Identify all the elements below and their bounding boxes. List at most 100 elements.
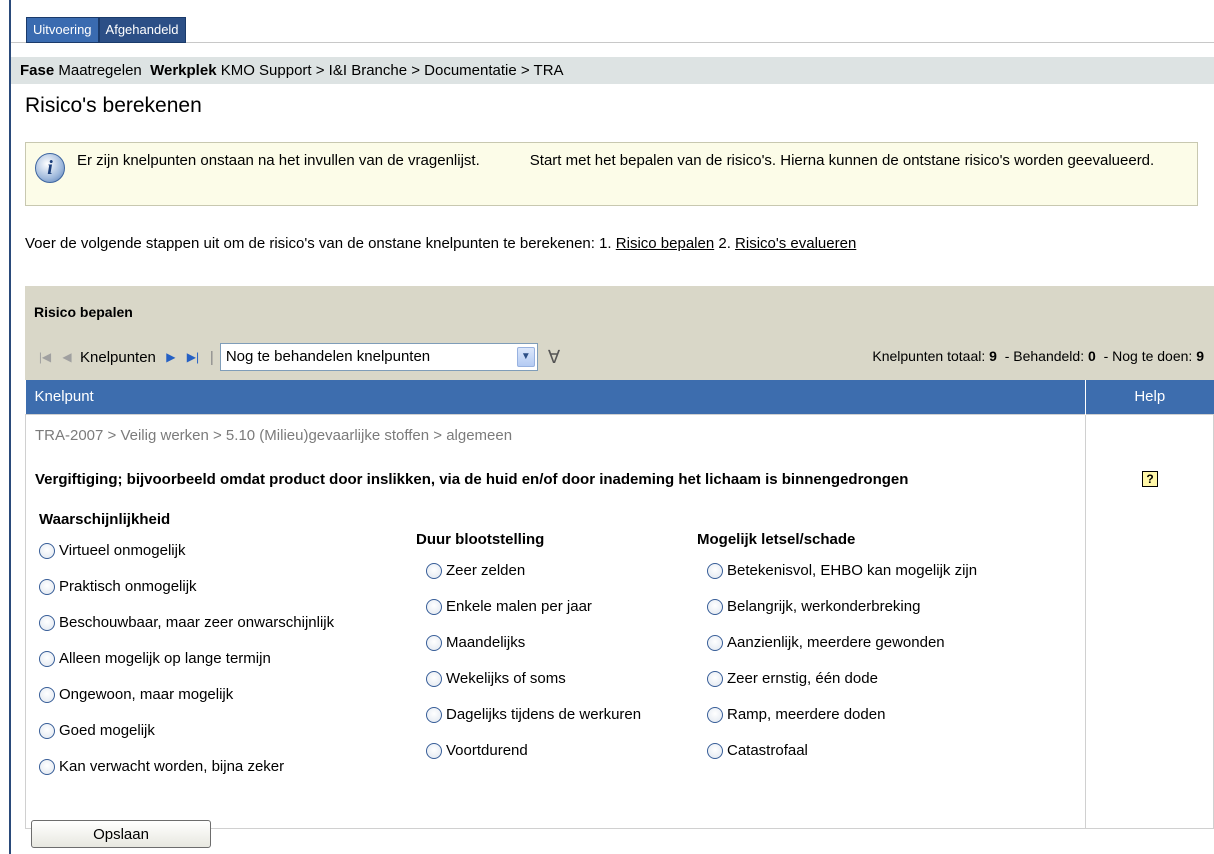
letsel-option[interactable]: Belangrijk, werkonderbreking: [707, 589, 977, 625]
radio-button[interactable]: [39, 722, 55, 739]
todo-label: - Nog te doen:: [1103, 348, 1193, 364]
totaal-label: Knelpunten totaal:: [872, 348, 986, 364]
tab-uitvoering[interactable]: Uitvoering: [26, 17, 99, 43]
waarschijnlijkheid-option[interactable]: Goed mogelijk: [39, 713, 334, 749]
steps-instruction: Voer de volgende stappen uit om de risic…: [25, 235, 856, 252]
radio-label: Belangrijk, werkonderbreking: [727, 598, 921, 615]
knelpunt-path: TRA-2007 > Veilig werken > 5.10 (Milieu)…: [35, 426, 513, 444]
radio-button[interactable]: [426, 562, 442, 579]
tab-afgehandeld[interactable]: Afgehandeld: [98, 17, 186, 43]
pager: |◀ ◀ Knelpunten ▶ ▶| | Nog te behandelen…: [34, 342, 560, 372]
radio-label: Enkele malen per jaar: [446, 598, 592, 615]
totaal-value: 9: [989, 348, 997, 364]
radio-label: Maandelijks: [446, 634, 526, 651]
radio-button[interactable]: [39, 758, 55, 775]
radio-button[interactable]: [707, 706, 723, 723]
radio-label: Beschouwbaar, maar zeer onwarschijnlijk: [59, 614, 335, 631]
duur-option[interactable]: Wekelijks of soms: [426, 661, 641, 697]
radio-button[interactable]: [707, 742, 723, 759]
tab-strip: Uitvoering Afgehandeld: [26, 17, 186, 43]
letsel-option[interactable]: Zeer ernstig, één dode: [707, 661, 977, 697]
radio-button[interactable]: [707, 670, 723, 687]
letsel-option[interactable]: Aanzienlijk, meerdere gewonden: [707, 625, 977, 661]
info-message-text: Er zijn knelpunten onstaan na het invull…: [77, 152, 1155, 169]
waarschijnlijkheid-title: Waarschijnlijkheid: [39, 510, 171, 528]
radio-label: Zeer ernstig, één dode: [727, 670, 878, 687]
werkplek-label: Werkplek: [150, 62, 217, 79]
column-header-knelpunt: Knelpunt: [25, 380, 1086, 414]
waarschijnlijkheid-option[interactable]: Praktisch onmogelijk: [39, 569, 334, 605]
risico-bepalen-panel: Risico bepalen |◀ ◀ Knelpunten ▶ ▶| | No…: [25, 286, 1214, 380]
radio-label: Voortdurend: [446, 742, 528, 759]
radio-button[interactable]: [707, 634, 723, 651]
werkplek-value: KMO Support > I&I Branche > Documentatie…: [220, 62, 564, 79]
waarschijnlijkheid-option[interactable]: Alleen mogelijk op lange termijn: [39, 641, 334, 677]
radio-label: Ramp, meerdere doden: [727, 706, 886, 723]
knelpunt-table: Knelpunt Help TRA-2007 > Veilig werken >…: [25, 380, 1214, 829]
fase-label: Fase: [20, 62, 55, 79]
step-risico-bepalen-link[interactable]: Risico bepalen: [616, 235, 714, 252]
radio-button[interactable]: [707, 562, 723, 579]
duur-group: Duur blootstelling Zeer zelden Enkele mal…: [416, 531, 641, 769]
radio-button[interactable]: [707, 598, 723, 615]
radio-label: Aanzienlijk, meerdere gewonden: [727, 634, 945, 651]
pager-separator: |: [209, 348, 214, 366]
waarschijnlijkheid-option[interactable]: Virtueel onmogelijk: [39, 533, 334, 569]
radio-button[interactable]: [39, 542, 55, 559]
breadcrumb: Fase Maatregelen Werkplek KMO Support > …: [11, 57, 1214, 84]
left-frame-border: [9, 0, 11, 854]
prev-page-icon[interactable]: ◀: [56, 344, 78, 370]
behandeld-value: 0: [1088, 348, 1096, 364]
panel-title: Risico bepalen: [34, 304, 133, 320]
radio-button[interactable]: [39, 650, 55, 667]
duur-title: Duur blootstelling: [416, 530, 545, 548]
radio-label: Betekenisvol, EHBO kan mogelijk zijn: [727, 562, 978, 579]
waarschijnlijkheid-group: Waarschijnlijkheid Virtueel onmogelijk Pr…: [39, 511, 334, 785]
save-button[interactable]: Opslaan: [31, 820, 211, 848]
radio-label: Alleen mogelijk op lange termijn: [59, 650, 271, 667]
radio-label: Dagelijks tijdens de werkuren: [446, 706, 642, 723]
radio-label: Kan verwacht worden, bijna zeker: [59, 758, 285, 775]
duur-option[interactable]: Voortdurend: [426, 733, 641, 769]
steps-intro: Voer de volgende stappen uit om de risic…: [25, 235, 612, 252]
radio-button[interactable]: [426, 742, 442, 759]
knelpunt-description: Vergiftiging; bijvoorbeeld omdat product…: [35, 470, 909, 488]
letsel-option[interactable]: Betekenisvol, EHBO kan mogelijk zijn: [707, 553, 977, 589]
waarschijnlijkheid-option[interactable]: Ongewoon, maar mogelijk: [39, 677, 334, 713]
radio-button[interactable]: [426, 706, 442, 723]
fase-value: Maatregelen: [58, 62, 142, 79]
letsel-option[interactable]: Ramp, meerdere doden: [707, 697, 977, 733]
behandeld-label: - Behandeld:: [1004, 348, 1085, 364]
filter-icon[interactable]: ∀: [548, 347, 560, 368]
radio-label: Praktisch onmogelijk: [59, 578, 197, 595]
info-icon: i: [35, 153, 65, 183]
waarschijnlijkheid-option[interactable]: Beschouwbaar, maar zeer onwarschijnlijk: [39, 605, 334, 641]
step-risicos-evalueren-link[interactable]: Risico's evalueren: [735, 235, 856, 252]
last-page-icon[interactable]: ▶|: [182, 344, 204, 370]
top-header-bar: [11, 0, 1214, 43]
knelpunten-totals: Knelpunten totaal: 9 - Behandeld: 0 - No…: [872, 348, 1204, 364]
duur-option[interactable]: Dagelijks tijdens de werkuren: [426, 697, 641, 733]
letsel-title: Mogelijk letsel/schade: [697, 530, 856, 548]
knelpunten-filter-select[interactable]: Nog te behandelen knelpunten ▼: [219, 343, 538, 371]
radio-button[interactable]: [39, 614, 55, 631]
help-icon[interactable]: ?: [1142, 470, 1158, 487]
radio-button[interactable]: [426, 598, 442, 615]
radio-label: Ongewoon, maar mogelijk: [59, 686, 234, 703]
duur-option[interactable]: Maandelijks: [426, 625, 641, 661]
first-page-icon[interactable]: |◀: [34, 344, 56, 370]
next-page-icon[interactable]: ▶: [160, 344, 182, 370]
radio-button[interactable]: [426, 670, 442, 687]
chevron-down-icon[interactable]: ▼: [516, 347, 535, 367]
letsel-option[interactable]: Catastrofaal: [707, 733, 977, 769]
todo-value: 9: [1196, 348, 1204, 364]
pager-label: Knelpunten: [80, 348, 156, 366]
radio-button[interactable]: [39, 578, 55, 595]
steps-mid: 2.: [718, 235, 731, 252]
duur-option[interactable]: Enkele malen per jaar: [426, 589, 641, 625]
waarschijnlijkheid-option[interactable]: Kan verwacht worden, bijna zeker: [39, 749, 334, 785]
radio-button[interactable]: [426, 634, 442, 651]
filter-select-value: Nog te behandelen knelpunten: [225, 348, 431, 365]
radio-button[interactable]: [39, 686, 55, 703]
duur-option[interactable]: Zeer zelden: [426, 553, 641, 589]
